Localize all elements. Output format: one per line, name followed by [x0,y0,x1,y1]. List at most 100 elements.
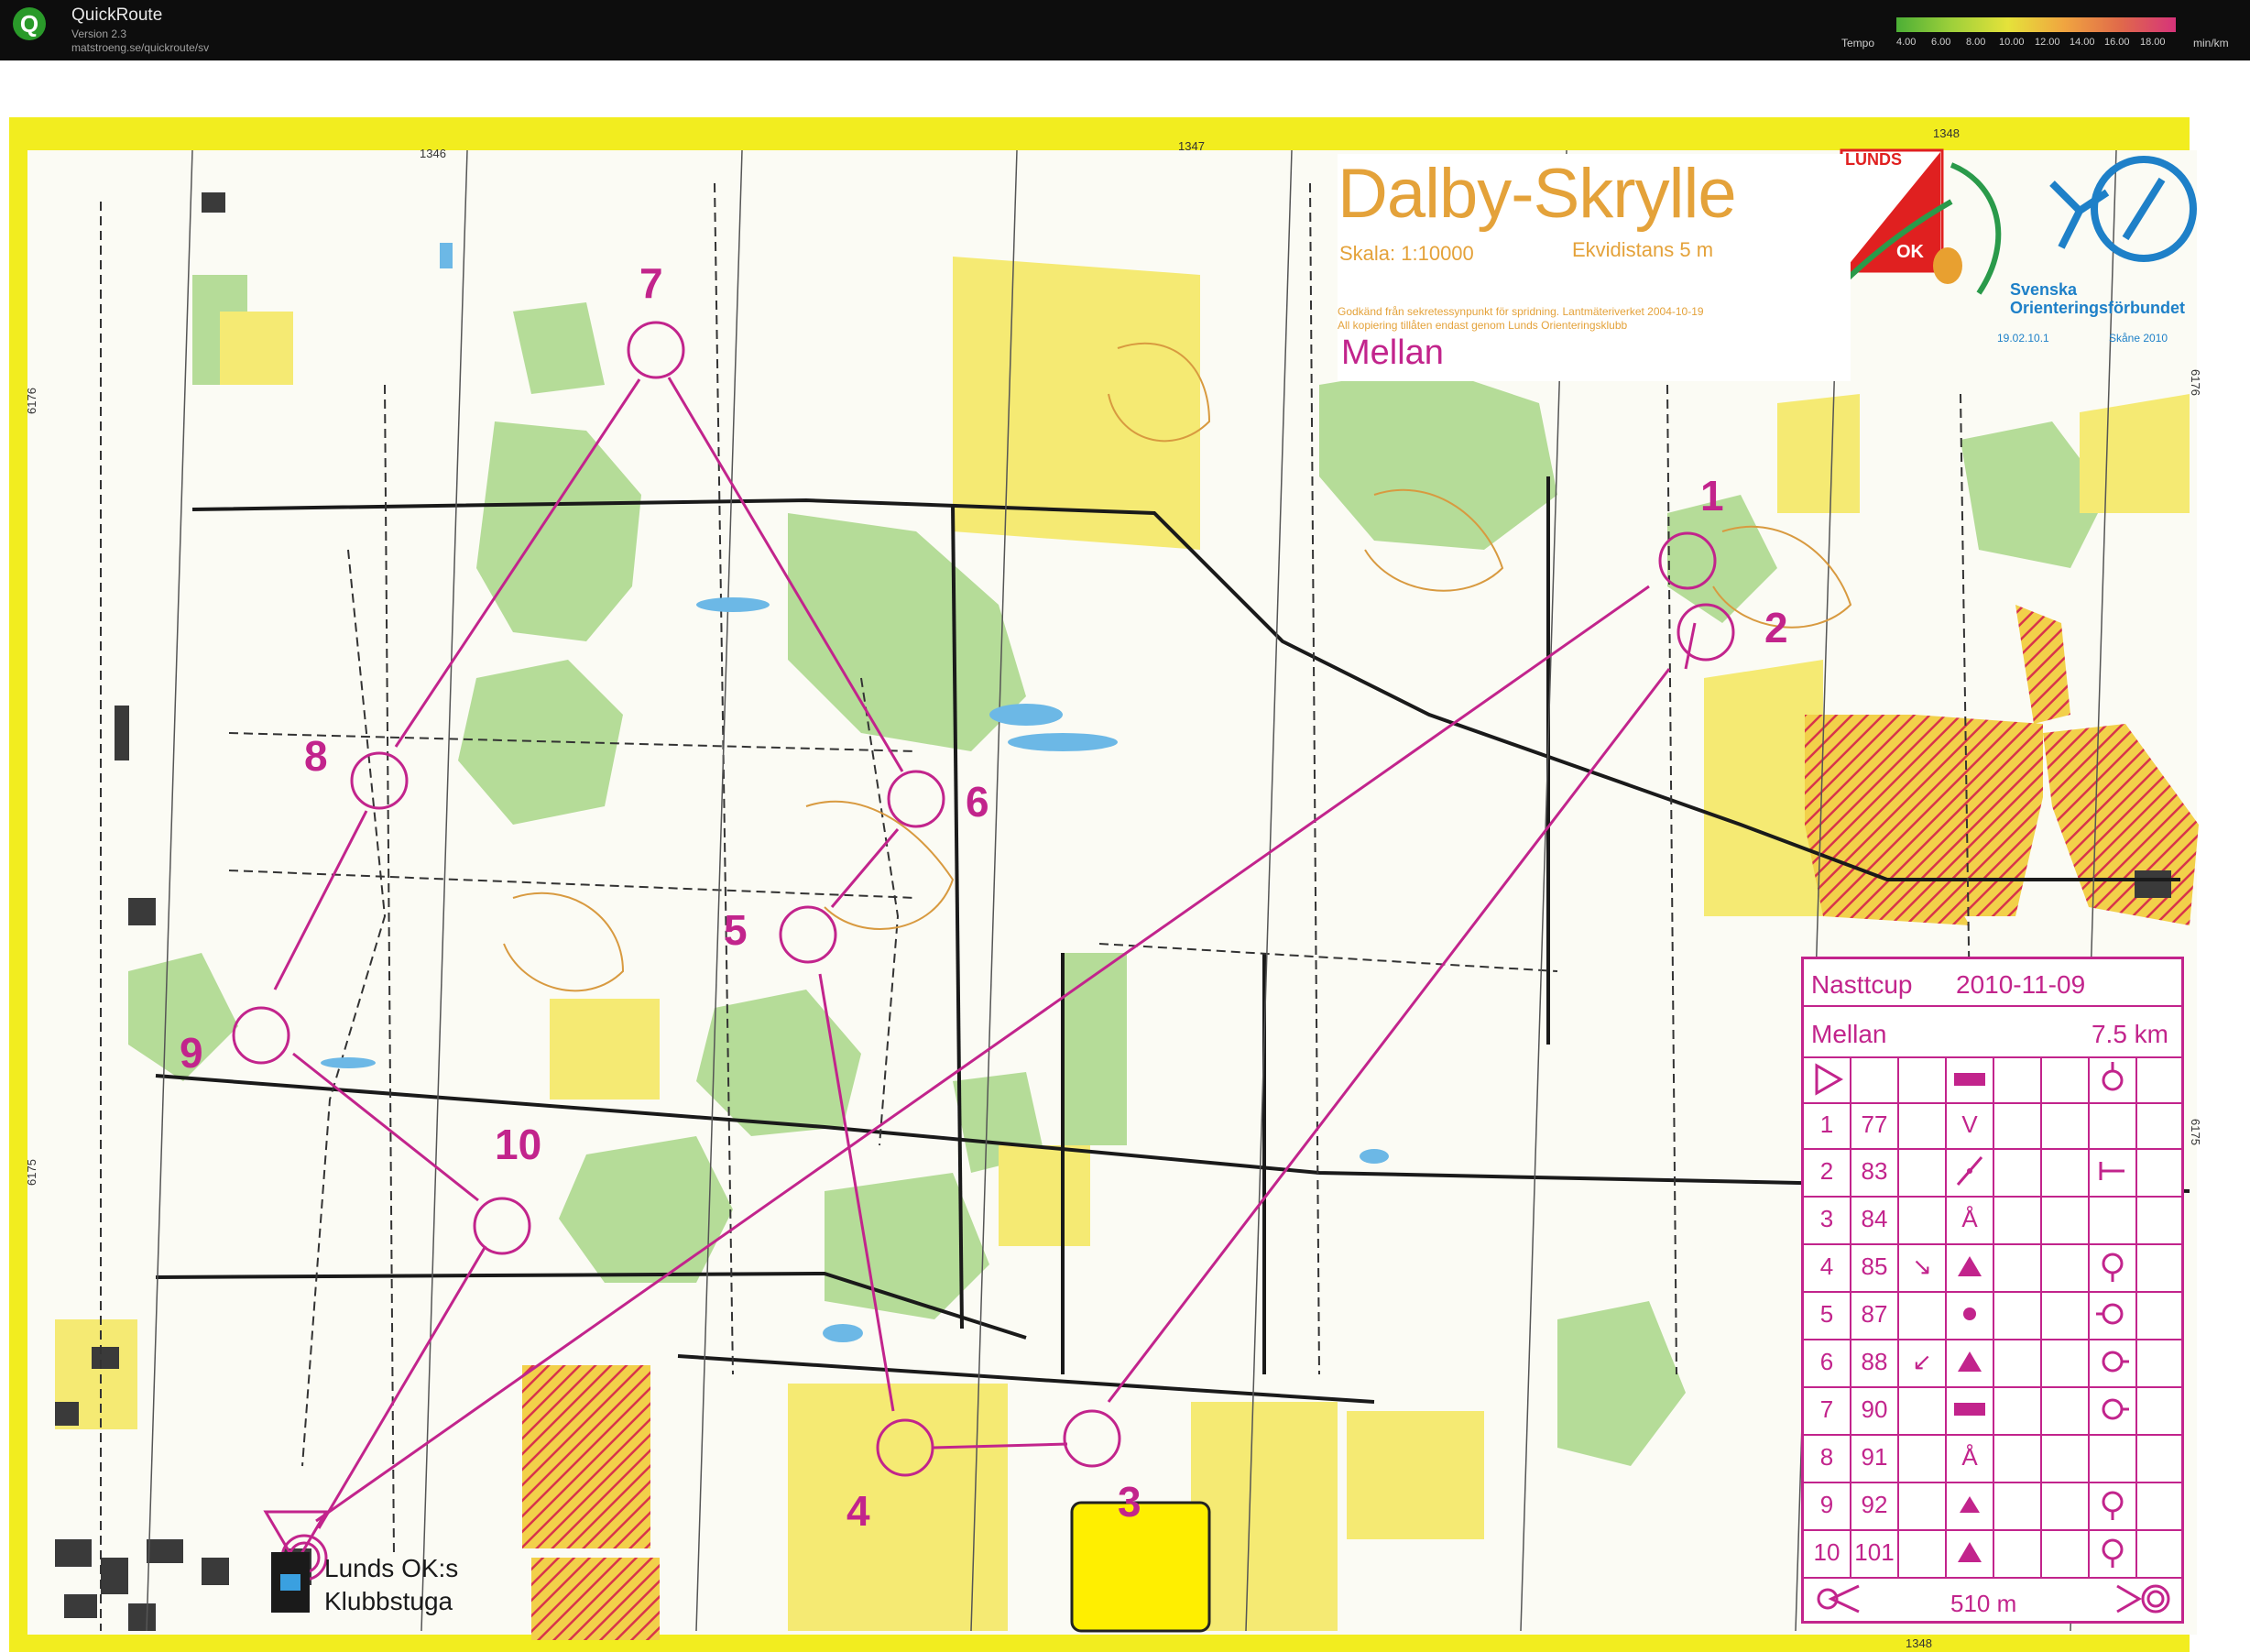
cd-control-code: 91 [1851,1434,1899,1482]
cd-cell [1994,1529,2042,1577]
control-number-3: 3 [1118,1478,1141,1526]
cd-cell [1947,1482,1994,1529]
event-date: 2010-11-09 [1956,970,2086,999]
cd-cell [1947,1243,1994,1291]
club-logo-text: LUNDS [1845,150,1902,169]
cd-cell [1899,1102,1947,1148]
cd-cell [1947,1386,1994,1434]
event-name: Nasttcup [1811,970,1913,999]
cd-control-number: 6 [1804,1339,1851,1386]
cd-row-control-8: 8 91 Å [1804,1434,2181,1483]
cd-control-code: 87 [1851,1291,1899,1339]
cd-cell [2090,1529,2137,1577]
cd-control-code: 85 [1851,1243,1899,1291]
course-length: 7.5 km [2091,1020,2168,1048]
cd-cell [1947,1339,1994,1386]
cd-cell [2090,1056,2137,1102]
cd-row-control-3: 3 84 Å [1804,1196,2181,1245]
circle-pin-icon [2102,1398,2129,1420]
circle-pin-icon [2102,1253,2124,1282]
cd-cell [2090,1339,2137,1386]
cd-control-number: 8 [1804,1434,1851,1482]
finish-location-label: Klubbstuga [324,1587,453,1615]
grid-label: 1348 [1933,126,1960,140]
cd-cell [2042,1434,2090,1482]
cd-row-control-6: 6 88 ↙ [1804,1339,2181,1388]
control-description-sheet: Nasttcup 2010-11-09 Mellan 7.5 km 1 77 V… [1801,957,2184,1624]
map-copyright-line: All kopiering tillåten endast genom Lund… [1338,319,1628,332]
boulder-triangle-icon [1958,1542,1982,1562]
cd-cell [2042,1102,2090,1148]
cd-cell [1994,1291,2042,1339]
cd-cell [2042,1529,2090,1577]
cd-row-control-5: 5 87 [1804,1291,2181,1340]
cd-cell [1851,1056,1899,1102]
cd-control-number: 2 [1804,1148,1851,1196]
path-crossing-icon [1956,1156,1983,1186]
map-copyright-line: Godkänd från sekretessynpunkt för spridn… [1338,305,1704,318]
finish-tape-right-icon [2116,1584,2170,1614]
control-number-10: 10 [495,1121,542,1168]
cd-cell [1947,1529,1994,1577]
cd-cell [2090,1482,2137,1529]
circle-pin-icon [2096,1303,2124,1325]
control-number-5: 5 [724,906,748,954]
cd-start-cell [1804,1056,1851,1102]
cd-cell [1994,1102,2042,1148]
cd-control-number: 5 [1804,1291,1851,1339]
finish-distance: 510 m [1950,1590,2017,1617]
cd-row-finish: 510 m [1804,1577,2181,1621]
federation-name: Orienteringsförbundet [2010,299,2186,317]
control-number-7: 7 [639,259,663,307]
cd-cell [1994,1482,2042,1529]
grid-label: 6175 [24,1159,38,1186]
cd-control-code: 101 [1851,1529,1899,1577]
cd-cell [1899,1196,1947,1243]
cd-cell [1947,1056,1994,1102]
cd-cell [1994,1339,2042,1386]
circle-pin-icon [2102,1351,2129,1373]
cd-cell [2042,1243,2090,1291]
cd-cell [2042,1196,2090,1243]
cd-row-control-7: 7 90 [1804,1386,2181,1436]
cd-cell [1947,1291,1994,1339]
boulder-triangle-icon [1958,1256,1982,1276]
cd-control-number: 7 [1804,1386,1851,1434]
grid-label: 1348 [1906,1636,1932,1650]
cd-cell [1994,1243,2042,1291]
map-title: Dalby-Skrylle [1338,155,1737,233]
cd-cell [2042,1386,2090,1434]
cd-feature-symbol: Å [1947,1434,1994,1482]
club-house [271,1552,310,1613]
cd-row-control-2: 2 83 [1804,1148,2181,1198]
cd-row-start [1804,1056,2181,1104]
cd-cell [1899,1529,1947,1577]
cd-cell [2090,1196,2137,1243]
rectangle-feature-icon [1954,1403,1985,1416]
cd-control-number: 3 [1804,1196,1851,1243]
cd-cell [1994,1148,2042,1196]
cd-row-control-10: 10 101 [1804,1529,2181,1579]
map-scale: Skala: 1:10000 [1339,242,1474,265]
cd-cell [1994,1434,2042,1482]
cd-feature-symbol: V [1947,1102,1994,1148]
cd-cell [2042,1148,2090,1196]
cd-cell [2042,1339,2090,1386]
cd-cell [2042,1482,2090,1529]
cd-cell [1947,1148,1994,1196]
control-number-8: 8 [304,732,328,780]
cd-cell [1994,1056,2042,1102]
cd-header-course: Mellan 7.5 km [1804,1005,2181,1058]
cd-cell [1899,1056,1947,1102]
cd-cell [1994,1196,2042,1243]
dot-feature-icon [1963,1307,1976,1320]
cd-cell [1899,1482,1947,1529]
map-code: Skåne 2010 [2109,332,2168,345]
finish-location-label: Lunds OK:s [324,1554,459,1582]
cd-cell [1899,1386,1947,1434]
boulder-triangle-icon [1958,1351,1982,1372]
cd-cell [2042,1056,2090,1102]
cd-cell [1899,1148,1947,1196]
grid-label: 1347 [1178,139,1205,153]
cd-feature-symbol: Å [1947,1196,1994,1243]
